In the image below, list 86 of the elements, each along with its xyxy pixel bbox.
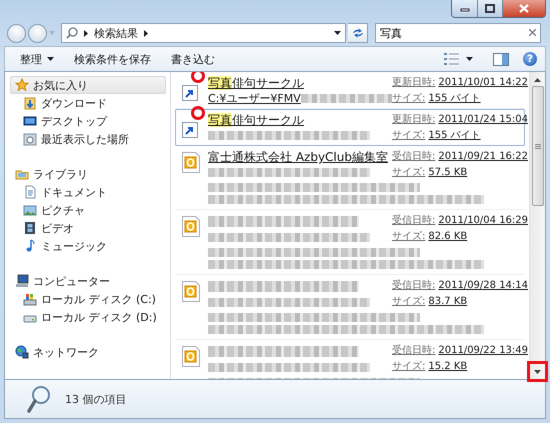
sidebar-item[interactable]: ドキュメント bbox=[10, 183, 166, 201]
chevron-right-icon[interactable] bbox=[84, 30, 88, 36]
sidebar-item[interactable]: コンピューター bbox=[10, 272, 166, 290]
sidebar-item[interactable]: ミュージック bbox=[10, 237, 166, 255]
maximize-icon bbox=[484, 3, 496, 14]
meta-value[interactable]: 2011/09/22 13:49 bbox=[438, 343, 528, 358]
scroll-up-arrow-icon[interactable] bbox=[534, 78, 541, 82]
meta-label: 受信日時: bbox=[392, 214, 436, 228]
recent-places-icon bbox=[23, 132, 37, 146]
meta-value[interactable]: 57.5 KB bbox=[428, 165, 468, 180]
shortcut-icon bbox=[182, 122, 198, 138]
search-field[interactable]: 写真 bbox=[375, 23, 541, 43]
meta-label: サイズ: bbox=[392, 295, 426, 309]
sidebar-item[interactable]: デスクトップ bbox=[10, 112, 166, 130]
meta-label: 更新日時: bbox=[392, 112, 436, 127]
meta-value[interactable]: 155 バイト bbox=[428, 91, 481, 106]
star-icon bbox=[15, 78, 29, 92]
search-icon bbox=[27, 385, 51, 413]
sidebar-item[interactable]: ライブラリ bbox=[10, 165, 166, 183]
scroll-down-arrow-icon[interactable] bbox=[534, 370, 541, 374]
back-button[interactable] bbox=[7, 24, 26, 42]
desktop-icon bbox=[23, 114, 37, 128]
sidebar-item[interactable]: ダウンロード bbox=[10, 94, 166, 112]
disk-drive-icon bbox=[23, 292, 37, 306]
dropdown-caret-icon[interactable] bbox=[334, 31, 341, 35]
sidebar-item[interactable]: ビデオ bbox=[10, 219, 166, 237]
mail-document-icon bbox=[182, 281, 200, 302]
sidebar-item[interactable]: お気に入り bbox=[10, 76, 166, 94]
refresh-button[interactable] bbox=[348, 23, 368, 43]
meta-label: サイズ: bbox=[392, 129, 426, 143]
meta-value[interactable]: 15.2 KB bbox=[428, 359, 468, 374]
meta-value[interactable]: 155 バイト bbox=[428, 128, 481, 143]
sidebar-item[interactable]: ピクチャ bbox=[10, 201, 166, 219]
result-item[interactable]: 受信日時: 2011/09/28 14:14 サイズ: 83.7 KB bbox=[175, 275, 525, 340]
item-count: 13 個の項目 bbox=[65, 392, 126, 406]
network-globe-icon bbox=[15, 345, 29, 359]
result-title[interactable]: 写真俳句サークル bbox=[208, 112, 304, 128]
toolbar-button[interactable]: 検索条件を保存 bbox=[67, 48, 158, 70]
meta-label: サイズ: bbox=[392, 166, 426, 180]
maximize-button[interactable] bbox=[477, 0, 502, 17]
sidebar-item[interactable]: ローカル ディスク (C:) bbox=[10, 290, 166, 308]
toolbar-button[interactable]: 整理 bbox=[13, 48, 61, 70]
result-item[interactable]: 富士通株式会社 AzbyClub編集室 受信日時: 2011/09/21 16:22 サイズ: 57.5 KB bbox=[175, 146, 525, 210]
close-button[interactable] bbox=[502, 0, 545, 17]
toolbar-button[interactable]: 書き込む bbox=[164, 48, 222, 70]
address-bar[interactable]: 検索結果 bbox=[61, 23, 346, 43]
refresh-icon[interactable] bbox=[352, 28, 364, 38]
forward-button[interactable] bbox=[28, 24, 47, 42]
meta-label: サイズ: bbox=[392, 360, 426, 374]
sidebar-item[interactable]: ネットワーク bbox=[10, 343, 166, 361]
clear-x-icon[interactable] bbox=[529, 29, 536, 36]
close-icon bbox=[518, 3, 530, 14]
mail-document-icon bbox=[182, 346, 200, 367]
document-icon bbox=[23, 185, 37, 199]
shortcut-icon bbox=[182, 85, 198, 101]
meta-label: 受信日時: bbox=[392, 278, 436, 293]
download-folder-icon bbox=[23, 96, 37, 110]
chevron-right-icon[interactable] bbox=[144, 30, 148, 36]
meta-label: 受信日時: bbox=[392, 344, 436, 358]
meta-label: サイズ: bbox=[392, 92, 426, 106]
grip-icon bbox=[534, 144, 540, 148]
minimize-button[interactable] bbox=[452, 0, 477, 17]
result-title[interactable]: 写真俳句サークル bbox=[208, 75, 304, 91]
meta-label: サイズ: bbox=[392, 230, 426, 244]
file-path[interactable]: C:¥ユーザー¥FMV bbox=[208, 91, 301, 106]
meta-value[interactable]: 82.6 KB bbox=[428, 229, 468, 244]
result-item[interactable]: 受信日時: 2011/10/04 16:29 サイズ: 82.6 KB bbox=[175, 210, 525, 275]
dropdown-caret-icon[interactable] bbox=[466, 57, 473, 61]
meta-label: 更新日時: bbox=[392, 76, 436, 90]
meta-label: 受信日時: bbox=[392, 150, 436, 164]
mail-document-icon bbox=[182, 152, 200, 173]
scrollbar-thumb[interactable] bbox=[532, 86, 544, 206]
film-icon bbox=[23, 221, 37, 235]
mail-document-icon bbox=[182, 216, 200, 237]
result-title[interactable]: 富士通株式会社 AzbyClub編集室 bbox=[208, 149, 388, 165]
preview-pane-icon[interactable] bbox=[493, 52, 509, 66]
sidebar-item[interactable]: ローカル ディスク (D:) bbox=[10, 308, 166, 326]
picture-icon bbox=[23, 203, 37, 217]
computer-icon bbox=[15, 274, 29, 288]
result-item[interactable]: 写真俳句サークル C:¥ユーザー¥FMV 更新日時: 2011/10/01 14:22 サイズ: 155 バイト bbox=[175, 72, 525, 109]
view-list-icon[interactable] bbox=[444, 52, 460, 66]
meta-value[interactable]: 83.7 KB bbox=[428, 294, 468, 309]
breadcrumb[interactable]: 検索結果 bbox=[94, 26, 138, 40]
scrollbar[interactable] bbox=[529, 72, 545, 379]
search-icon bbox=[66, 27, 78, 39]
sidebar-item[interactable]: 最近表示した場所 bbox=[10, 130, 166, 148]
